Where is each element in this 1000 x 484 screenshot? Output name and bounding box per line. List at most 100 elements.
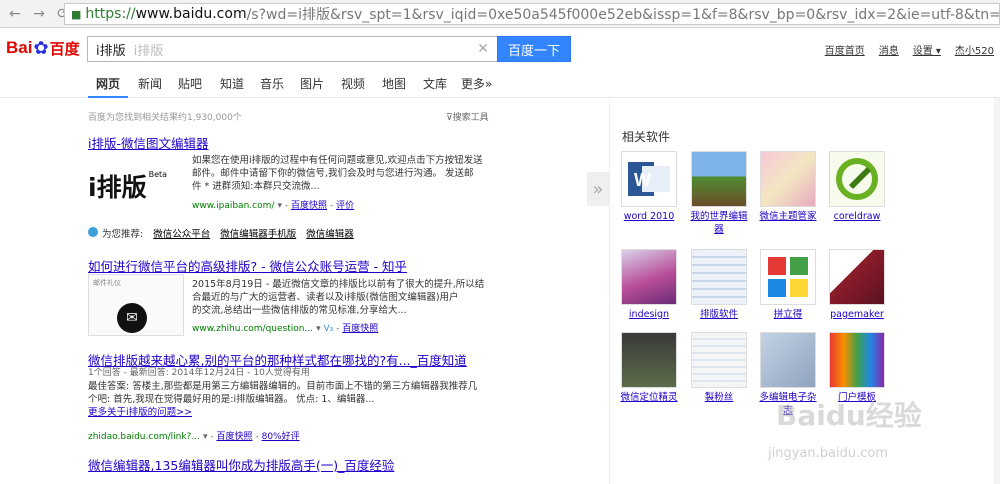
search-suggestion: i排版	[133, 43, 164, 59]
snippet-line: 的交流,总结出一些微信排版的常见标准,分享给大...	[192, 305, 407, 316]
verified-icon: V₃	[323, 324, 334, 334]
user-links: 百度首页 消息 设置 ▾ 杰小520	[825, 42, 994, 57]
search-button[interactable]: 百度一下	[497, 36, 571, 62]
address-bar[interactable]: ■ https:// www.baidu.com /s?wd=i排版&rsv_s…	[64, 3, 1000, 25]
recommend-link[interactable]: 微信编辑器	[306, 226, 354, 240]
software-item[interactable]: 拼立得	[759, 249, 817, 321]
snippet-line: 邮件。邮件中请留下你的微信号,我们会及时与您进行沟通。 发送邮	[192, 168, 474, 179]
result-title-text: 如何进行微信平台的高级排版? - 微信公众账号运营 - 知乎	[88, 259, 408, 274]
indesign-icon	[621, 249, 677, 305]
snippet-line: 2015年8月19日 - 最近微信文章的排版比以前有了很大的提升,所以结	[192, 279, 485, 290]
search-tools-button[interactable]: ⊽搜索工具	[446, 110, 489, 123]
cache-link[interactable]: 百度快照	[216, 432, 252, 442]
search-tabs: 网页 新闻 贴吧 知道 音乐 图片 视频 地图 文库 更多»	[0, 68, 1000, 98]
software-item[interactable]: 微信定位精灵	[620, 332, 678, 404]
back-arrow-icon[interactable]: ←	[6, 5, 24, 23]
result-url-row-3: zhidao.baidu.com/link?... ▾ - 百度快照 - 80%…	[88, 432, 300, 442]
cache-link[interactable]: 百度快照	[291, 201, 327, 211]
username-link[interactable]: 杰小520	[955, 42, 994, 57]
home-link[interactable]: 百度首页	[825, 42, 865, 57]
result-title-2[interactable]: 如何进行微信平台的高级排版? - 微信公众账号运营 - 知乎	[88, 256, 407, 275]
browser-toolbar: ← → ⟳ ■ https:// www.baidu.com /s?wd=i排版…	[0, 0, 1000, 28]
result-title-4[interactable]: 微信编辑器,135编辑器叫你成为排版高手(一)_百度经验	[88, 455, 394, 474]
coreldraw-icon	[829, 151, 885, 207]
watermark: Baidu经验 jingyan.baidu.com	[748, 394, 988, 484]
software-item[interactable]: 我的世界编辑器	[690, 151, 748, 236]
result-url-row-2: www.zhihu.com/question... ▾ V₃ - 百度快照	[192, 324, 379, 334]
tab-more[interactable]: 更多»	[461, 75, 492, 92]
search-query: i排版	[96, 43, 126, 59]
collapse-arrow-icon[interactable]: »	[587, 172, 609, 206]
result-snippet-1: 如果您在使用i排版的过程中有任何问题或意见,欢迎点击下方按钮发送 邮件。邮件中请…	[192, 154, 502, 193]
lock-icon: ■	[71, 7, 82, 21]
snippet-line: 最佳答案: 答楼主,那些都是用第三方编辑器编辑的。目前市面上不错的第三方编辑器我…	[88, 381, 478, 392]
software-name: indesign	[628, 309, 670, 320]
result-url[interactable]: www.zhihu.com/question...	[192, 324, 313, 334]
thumbnail-label: 邮件礼仪	[93, 279, 121, 287]
result-title-1[interactable]: i排版-微信图文编辑器	[88, 133, 208, 152]
software-item[interactable]: 排版软件	[690, 249, 748, 321]
tab-news[interactable]: 新闻	[138, 75, 162, 92]
search-tools-label: 搜索工具	[452, 113, 489, 123]
logo-text: Bai	[6, 38, 33, 57]
result-title-text: i排版-微信图文编辑器	[88, 136, 209, 151]
ipaiban-logo-beta: Beta	[148, 169, 168, 179]
more-questions-link[interactable]: 更多关于i排版的问题>>	[88, 406, 508, 419]
software-item[interactable]: pagemaker	[828, 249, 886, 321]
watermark-url: jingyan.baidu.com	[768, 446, 888, 461]
word-icon: W	[621, 151, 677, 207]
result-url-row-1: www.ipaiban.com/ ▾ - 百度快照 - 评价	[192, 201, 355, 211]
tab-tieba[interactable]: 贴吧	[178, 75, 202, 92]
cache-link[interactable]: 百度快照	[342, 324, 378, 334]
search-input[interactable]: i排版 i排版 ✕	[87, 36, 497, 62]
ipaiban-logo-text: i排版	[88, 173, 147, 202]
rate-link[interactable]: 评价	[336, 201, 354, 211]
forward-arrow-icon[interactable]: →	[30, 5, 48, 23]
url-path: /s?wd=i排版&rsv_spt=1&rsv_iqid=0xe50a545f0…	[246, 7, 1000, 23]
magazine-icon	[760, 332, 816, 388]
tab-images[interactable]: 图片	[300, 75, 324, 92]
rating-link[interactable]: 80%好评	[262, 432, 300, 442]
recommend-link[interactable]: 微信公众平台	[153, 226, 210, 240]
result-url[interactable]: zhidao.baidu.com/link?...	[88, 432, 200, 442]
software-item[interactable]: W word 2010	[620, 151, 678, 223]
recommend-link[interactable]: 微信编辑器手机版	[220, 226, 296, 240]
logo-text-cn: 百度	[49, 39, 80, 58]
software-name: 微信主题管家	[759, 211, 817, 222]
software-name: 拼立得	[773, 309, 803, 320]
software-item[interactable]: 製粉丝	[690, 332, 748, 404]
tab-zhidao[interactable]: 知道	[220, 75, 244, 92]
paw-icon: ✿	[33, 37, 49, 59]
pagemaker-icon	[829, 249, 885, 305]
search-header: Bai ✿ 百度 i排版 i排版 ✕ 百度一下 百度首页 消息 设置 ▾ 杰小5…	[0, 28, 1000, 68]
software-name: word 2010	[623, 211, 675, 222]
result-thumbnail[interactable]: 邮件礼仪 ✉	[88, 274, 184, 336]
software-name: 製粉丝	[704, 392, 734, 403]
tab-music[interactable]: 音乐	[260, 75, 284, 92]
software-name: 排版软件	[699, 309, 738, 320]
watermark-logo: Baidu经验	[776, 399, 922, 432]
active-tab-indicator	[88, 96, 128, 98]
software-item[interactable]: coreldraw	[828, 151, 886, 223]
portal-icon	[829, 332, 885, 388]
theme-icon	[760, 151, 816, 207]
fans-icon	[691, 332, 747, 388]
settings-link[interactable]: 设置 ▾	[913, 42, 941, 57]
software-item[interactable]: indesign	[620, 249, 678, 321]
tab-wenku[interactable]: 文库	[423, 75, 447, 92]
tab-video[interactable]: 视频	[341, 75, 365, 92]
ipaiban-logo[interactable]: i排版 Beta	[88, 168, 188, 204]
result-url[interactable]: www.ipaiban.com/	[192, 201, 274, 211]
recommend-icon	[88, 227, 98, 237]
filter-icon: ⊽	[446, 113, 453, 123]
snippet-line: 个吧: 首先,我现在觉得最好用的是:i排版编辑器。 优点: 1、编辑器...	[88, 394, 375, 405]
tab-map[interactable]: 地图	[382, 75, 406, 92]
baidu-logo[interactable]: Bai ✿ 百度	[6, 35, 84, 61]
url-host: www.baidu.com	[135, 6, 247, 22]
messages-link[interactable]: 消息	[879, 42, 899, 57]
scrollbar[interactable]	[994, 98, 1000, 484]
tab-web[interactable]: 网页	[96, 75, 120, 92]
software-item[interactable]: 微信主题管家	[759, 151, 817, 223]
minecraft-icon	[691, 151, 747, 207]
clear-icon[interactable]: ✕	[477, 41, 489, 57]
